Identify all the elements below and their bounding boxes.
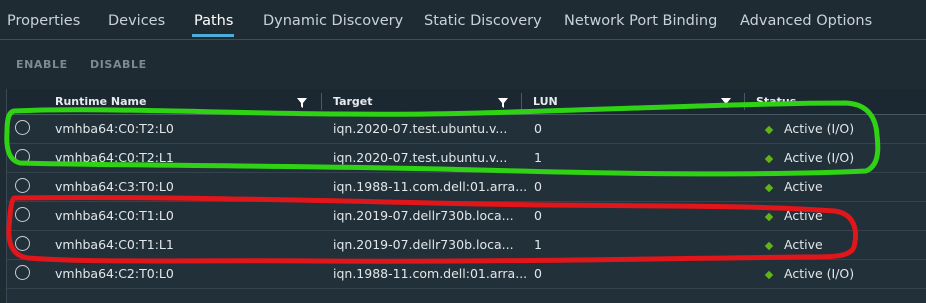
- column-header-runtime-name[interactable]: Runtime Name: [55, 95, 146, 108]
- runtime-name-cell: vmhba64:C0:T1:L1: [55, 237, 174, 252]
- tab-network-port-binding[interactable]: Network Port Binding: [564, 13, 717, 29]
- column-separator[interactable]: [321, 93, 322, 110]
- target-cell: iqn.2019-07.dellr730b.loca...: [333, 237, 514, 252]
- filter-icon[interactable]: [498, 98, 508, 108]
- lun-cell: 0: [534, 266, 542, 281]
- row-select-radio[interactable]: [15, 120, 30, 135]
- table-row[interactable]: vmhba64:C0:T2:L0 iqn.2020-07.test.ubuntu…: [7, 114, 926, 144]
- tab-devices[interactable]: Devices: [108, 13, 165, 29]
- lun-cell: 0: [534, 121, 542, 136]
- row-select-radio[interactable]: [15, 149, 30, 164]
- target-cell: iqn.1988-11.com.dell:01.arra...: [333, 266, 528, 281]
- filter-icon[interactable]: [721, 98, 731, 108]
- tab-paths[interactable]: Paths: [194, 13, 233, 29]
- table-row[interactable]: vmhba64:C0:T2:L1 iqn.2020-07.test.ubuntu…: [7, 143, 926, 173]
- column-header-lun[interactable]: LUN: [533, 95, 558, 108]
- status-active-icon: [764, 212, 774, 222]
- active-tab-indicator: [192, 34, 234, 37]
- status-active-icon: [764, 241, 774, 251]
- table-row[interactable]: vmhba64:C0:T1:L1 iqn.2019-07.dellr730b.l…: [7, 230, 926, 260]
- lun-cell: 1: [534, 237, 542, 252]
- status-cell: Active (I/O): [784, 150, 855, 165]
- runtime-name-cell: vmhba64:C0:T1:L0: [55, 208, 174, 223]
- enable-button[interactable]: ENABLE: [16, 58, 68, 71]
- table-row[interactable]: vmhba64:C2:T0:L0 iqn.1988-11.com.dell:01…: [7, 259, 926, 289]
- lun-cell: 1: [534, 150, 542, 165]
- datagrid-header: Runtime Name Target LUN Status: [7, 89, 926, 115]
- target-cell: iqn.2020-07.test.ubuntu.v...: [333, 150, 508, 165]
- table-row[interactable]: vmhba64:C3:T0:L0 iqn.1988-11.com.dell:01…: [7, 172, 926, 202]
- row-select-radio[interactable]: [15, 178, 30, 193]
- status-active-icon: [764, 154, 774, 164]
- paths-datagrid: Runtime Name Target LUN Status vmhba64:C…: [6, 89, 926, 303]
- status-active-icon: [764, 125, 774, 135]
- status-cell: Active: [784, 237, 823, 252]
- status-cell: Active (I/O): [784, 266, 855, 281]
- tab-dynamic-discovery[interactable]: Dynamic Discovery: [263, 13, 403, 29]
- target-cell: iqn.2020-07.test.ubuntu.v...: [333, 121, 508, 136]
- status-cell: Active: [784, 179, 823, 194]
- column-separator[interactable]: [521, 93, 522, 110]
- lun-cell: 0: [534, 179, 542, 194]
- runtime-name-cell: vmhba64:C2:T0:L0: [55, 266, 174, 281]
- target-cell: iqn.1988-11.com.dell:01.arra...: [333, 179, 528, 194]
- table-row[interactable]: vmhba64:C0:T1:L0 iqn.2019-07.dellr730b.l…: [7, 201, 926, 231]
- column-separator[interactable]: [744, 93, 745, 110]
- tab-bar: Properties Devices Paths Dynamic Discove…: [0, 0, 926, 40]
- status-active-icon: [764, 270, 774, 280]
- tab-properties[interactable]: Properties: [7, 13, 80, 29]
- runtime-name-cell: vmhba64:C0:T2:L0: [55, 121, 174, 136]
- target-cell: iqn.2019-07.dellr730b.loca...: [333, 208, 514, 223]
- status-active-icon: [764, 183, 774, 193]
- filter-icon[interactable]: [297, 98, 307, 108]
- row-select-radio[interactable]: [15, 265, 30, 280]
- column-header-target[interactable]: Target: [333, 95, 373, 108]
- runtime-name-cell: vmhba64:C0:T2:L1: [55, 150, 174, 165]
- row-select-radio[interactable]: [15, 207, 30, 222]
- status-cell: Active: [784, 208, 823, 223]
- tab-advanced-options[interactable]: Advanced Options: [740, 13, 872, 29]
- status-cell: Active (I/O): [784, 121, 855, 136]
- runtime-name-cell: vmhba64:C3:T0:L0: [55, 179, 174, 194]
- tab-static-discovery[interactable]: Static Discovery: [424, 13, 542, 29]
- row-select-radio[interactable]: [15, 236, 30, 251]
- lun-cell: 0: [534, 208, 542, 223]
- column-header-status[interactable]: Status: [756, 95, 796, 108]
- disable-button[interactable]: DISABLE: [90, 58, 147, 71]
